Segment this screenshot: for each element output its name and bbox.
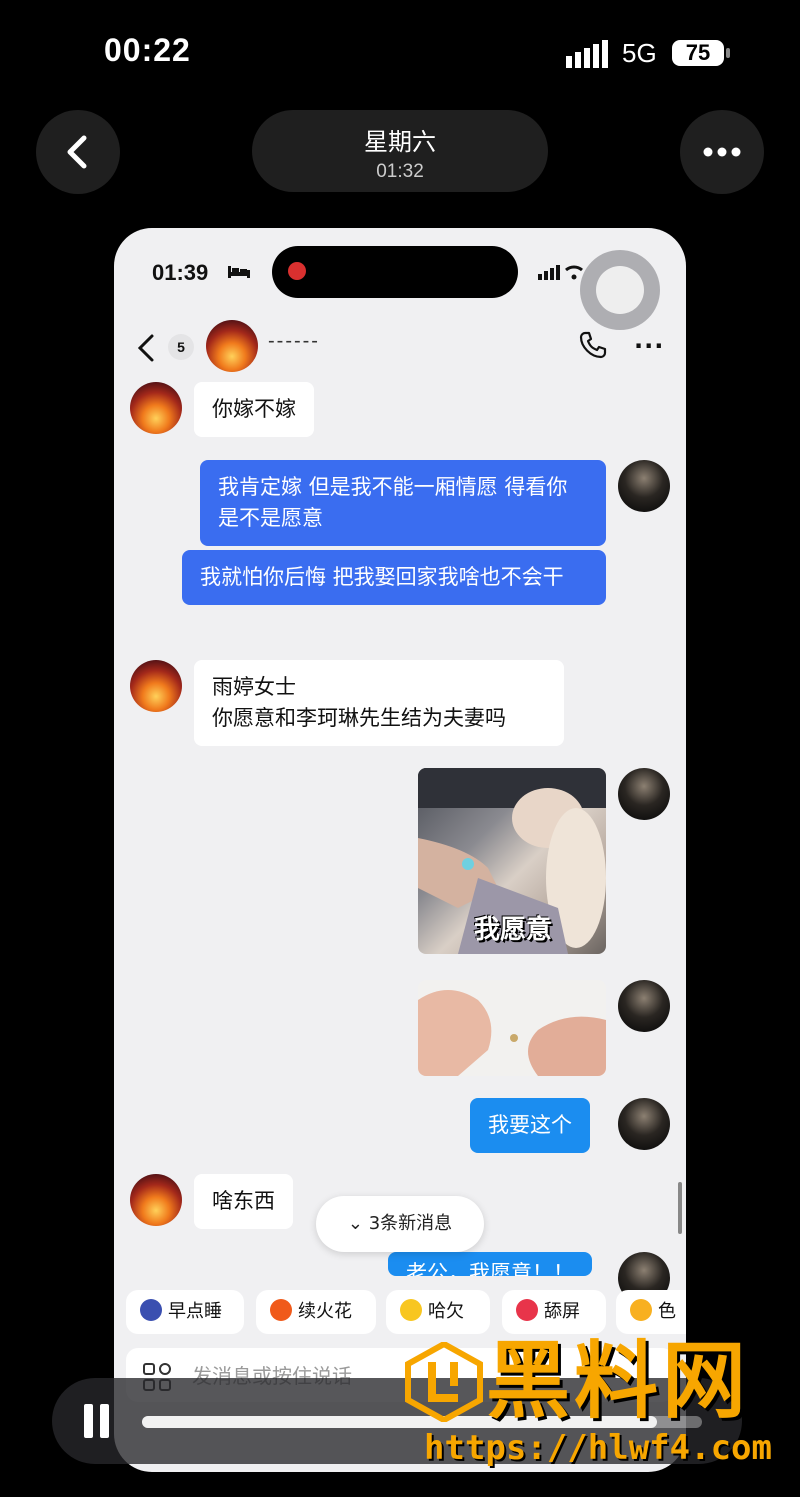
new-messages-button[interactable]: ⌄ 3条新消息 xyxy=(316,1196,484,1252)
quick-reply-row: 早点睡 续火花 哈欠 舔屏 色 xyxy=(114,1290,686,1334)
chip-label: 哈欠 xyxy=(428,1301,464,1322)
battery-icon: 75 xyxy=(672,40,730,66)
message-bubble[interactable]: 我就怕你后悔 把我娶回家我啥也不会干 xyxy=(182,550,606,605)
new-messages-label: 3条新消息 xyxy=(368,1213,453,1234)
network-type: 5G xyxy=(622,38,657,68)
hands-photo-icon xyxy=(418,990,606,1076)
contact-avatar[interactable] xyxy=(130,382,182,434)
message-bubble[interactable]: 我要这个 xyxy=(470,1098,590,1153)
page-title: 星期六 xyxy=(364,128,436,156)
chevrons-down-icon: ⌄ xyxy=(347,1213,363,1234)
contact-avatar[interactable] xyxy=(130,1174,182,1226)
unread-badge: 5 xyxy=(168,334,194,360)
chip-label: 色 xyxy=(658,1301,676,1322)
chat-header: 5 ------ ··· xyxy=(114,318,686,378)
fire-emoji-icon xyxy=(270,1299,292,1321)
ellipsis-icon xyxy=(703,147,741,157)
header-title-pill: 星期六 01:32 xyxy=(252,110,548,192)
moon-emoji-icon xyxy=(140,1299,162,1321)
status-time: 00:22 xyxy=(104,32,191,68)
my-avatar[interactable] xyxy=(618,768,670,820)
quick-reply-chip[interactable]: 色 xyxy=(616,1290,686,1334)
watermark-title: 黑料网 xyxy=(486,1332,751,1430)
heart-eyes-emoji-icon xyxy=(630,1299,652,1321)
signal-icon xyxy=(566,40,608,68)
image-message[interactable] xyxy=(418,980,606,1076)
image-message[interactable]: 我愿意 xyxy=(418,768,606,954)
my-avatar[interactable] xyxy=(618,1098,670,1150)
chat-screenshot: 01:39 5 ------ ··· 你嫁不嫁 我肯定嫁 但是我不能一厢情愿 得… xyxy=(114,228,686,1472)
my-avatar[interactable] xyxy=(618,980,670,1032)
pause-icon[interactable] xyxy=(82,1404,112,1438)
quick-reply-chip[interactable]: 续火花 xyxy=(256,1290,376,1334)
contact-avatar[interactable] xyxy=(130,660,182,712)
recording-dot-icon xyxy=(288,262,306,280)
watermark-url: https://hlwf4.com xyxy=(424,1428,772,1468)
back-button[interactable] xyxy=(36,110,120,194)
chip-label: 早点睡 xyxy=(168,1301,222,1322)
chat-back-icon[interactable] xyxy=(136,332,156,364)
page-subtitle: 01:32 xyxy=(376,161,424,182)
image-caption: 我愿意 xyxy=(474,915,553,945)
message-bubble[interactable]: 老公，我愿意！！ xyxy=(388,1252,592,1276)
inner-status-time: 01:39 xyxy=(152,260,209,285)
contact-avatar[interactable] xyxy=(206,320,258,372)
watermark-logo-icon xyxy=(405,1342,483,1422)
message-bubble[interactable]: 啥东西 xyxy=(194,1174,293,1229)
message-bubble[interactable]: 我肯定嫁 但是我不能一厢情愿 得看你是不是愿意 xyxy=(200,460,606,546)
chip-label: 舔屏 xyxy=(544,1301,580,1322)
status-bar: 00:22 5G 75 xyxy=(0,0,800,100)
quick-reply-chip[interactable]: 早点睡 xyxy=(126,1290,244,1334)
phone-icon[interactable] xyxy=(578,330,608,360)
yawn-emoji-icon xyxy=(400,1299,422,1321)
dynamic-island xyxy=(272,246,518,298)
quick-reply-chip[interactable]: 舔屏 xyxy=(502,1290,606,1334)
chip-label: 续火花 xyxy=(298,1301,352,1322)
message-bubble[interactable]: 你嫁不嫁 xyxy=(194,382,314,437)
scrollbar[interactable] xyxy=(678,1182,682,1234)
more-options-button[interactable] xyxy=(680,110,764,194)
heart-eyes-emoji-icon xyxy=(516,1299,538,1321)
my-avatar[interactable] xyxy=(618,460,670,512)
contact-name[interactable]: ------ xyxy=(268,330,320,353)
bed-icon xyxy=(228,266,250,278)
quick-reply-chip[interactable]: 哈欠 xyxy=(386,1290,490,1334)
message-bubble[interactable]: 雨婷女士 你愿意和李珂琳先生结为夫妻吗 xyxy=(194,660,564,746)
chevron-left-icon xyxy=(67,135,87,169)
chat-more-icon[interactable]: ··· xyxy=(634,332,664,360)
